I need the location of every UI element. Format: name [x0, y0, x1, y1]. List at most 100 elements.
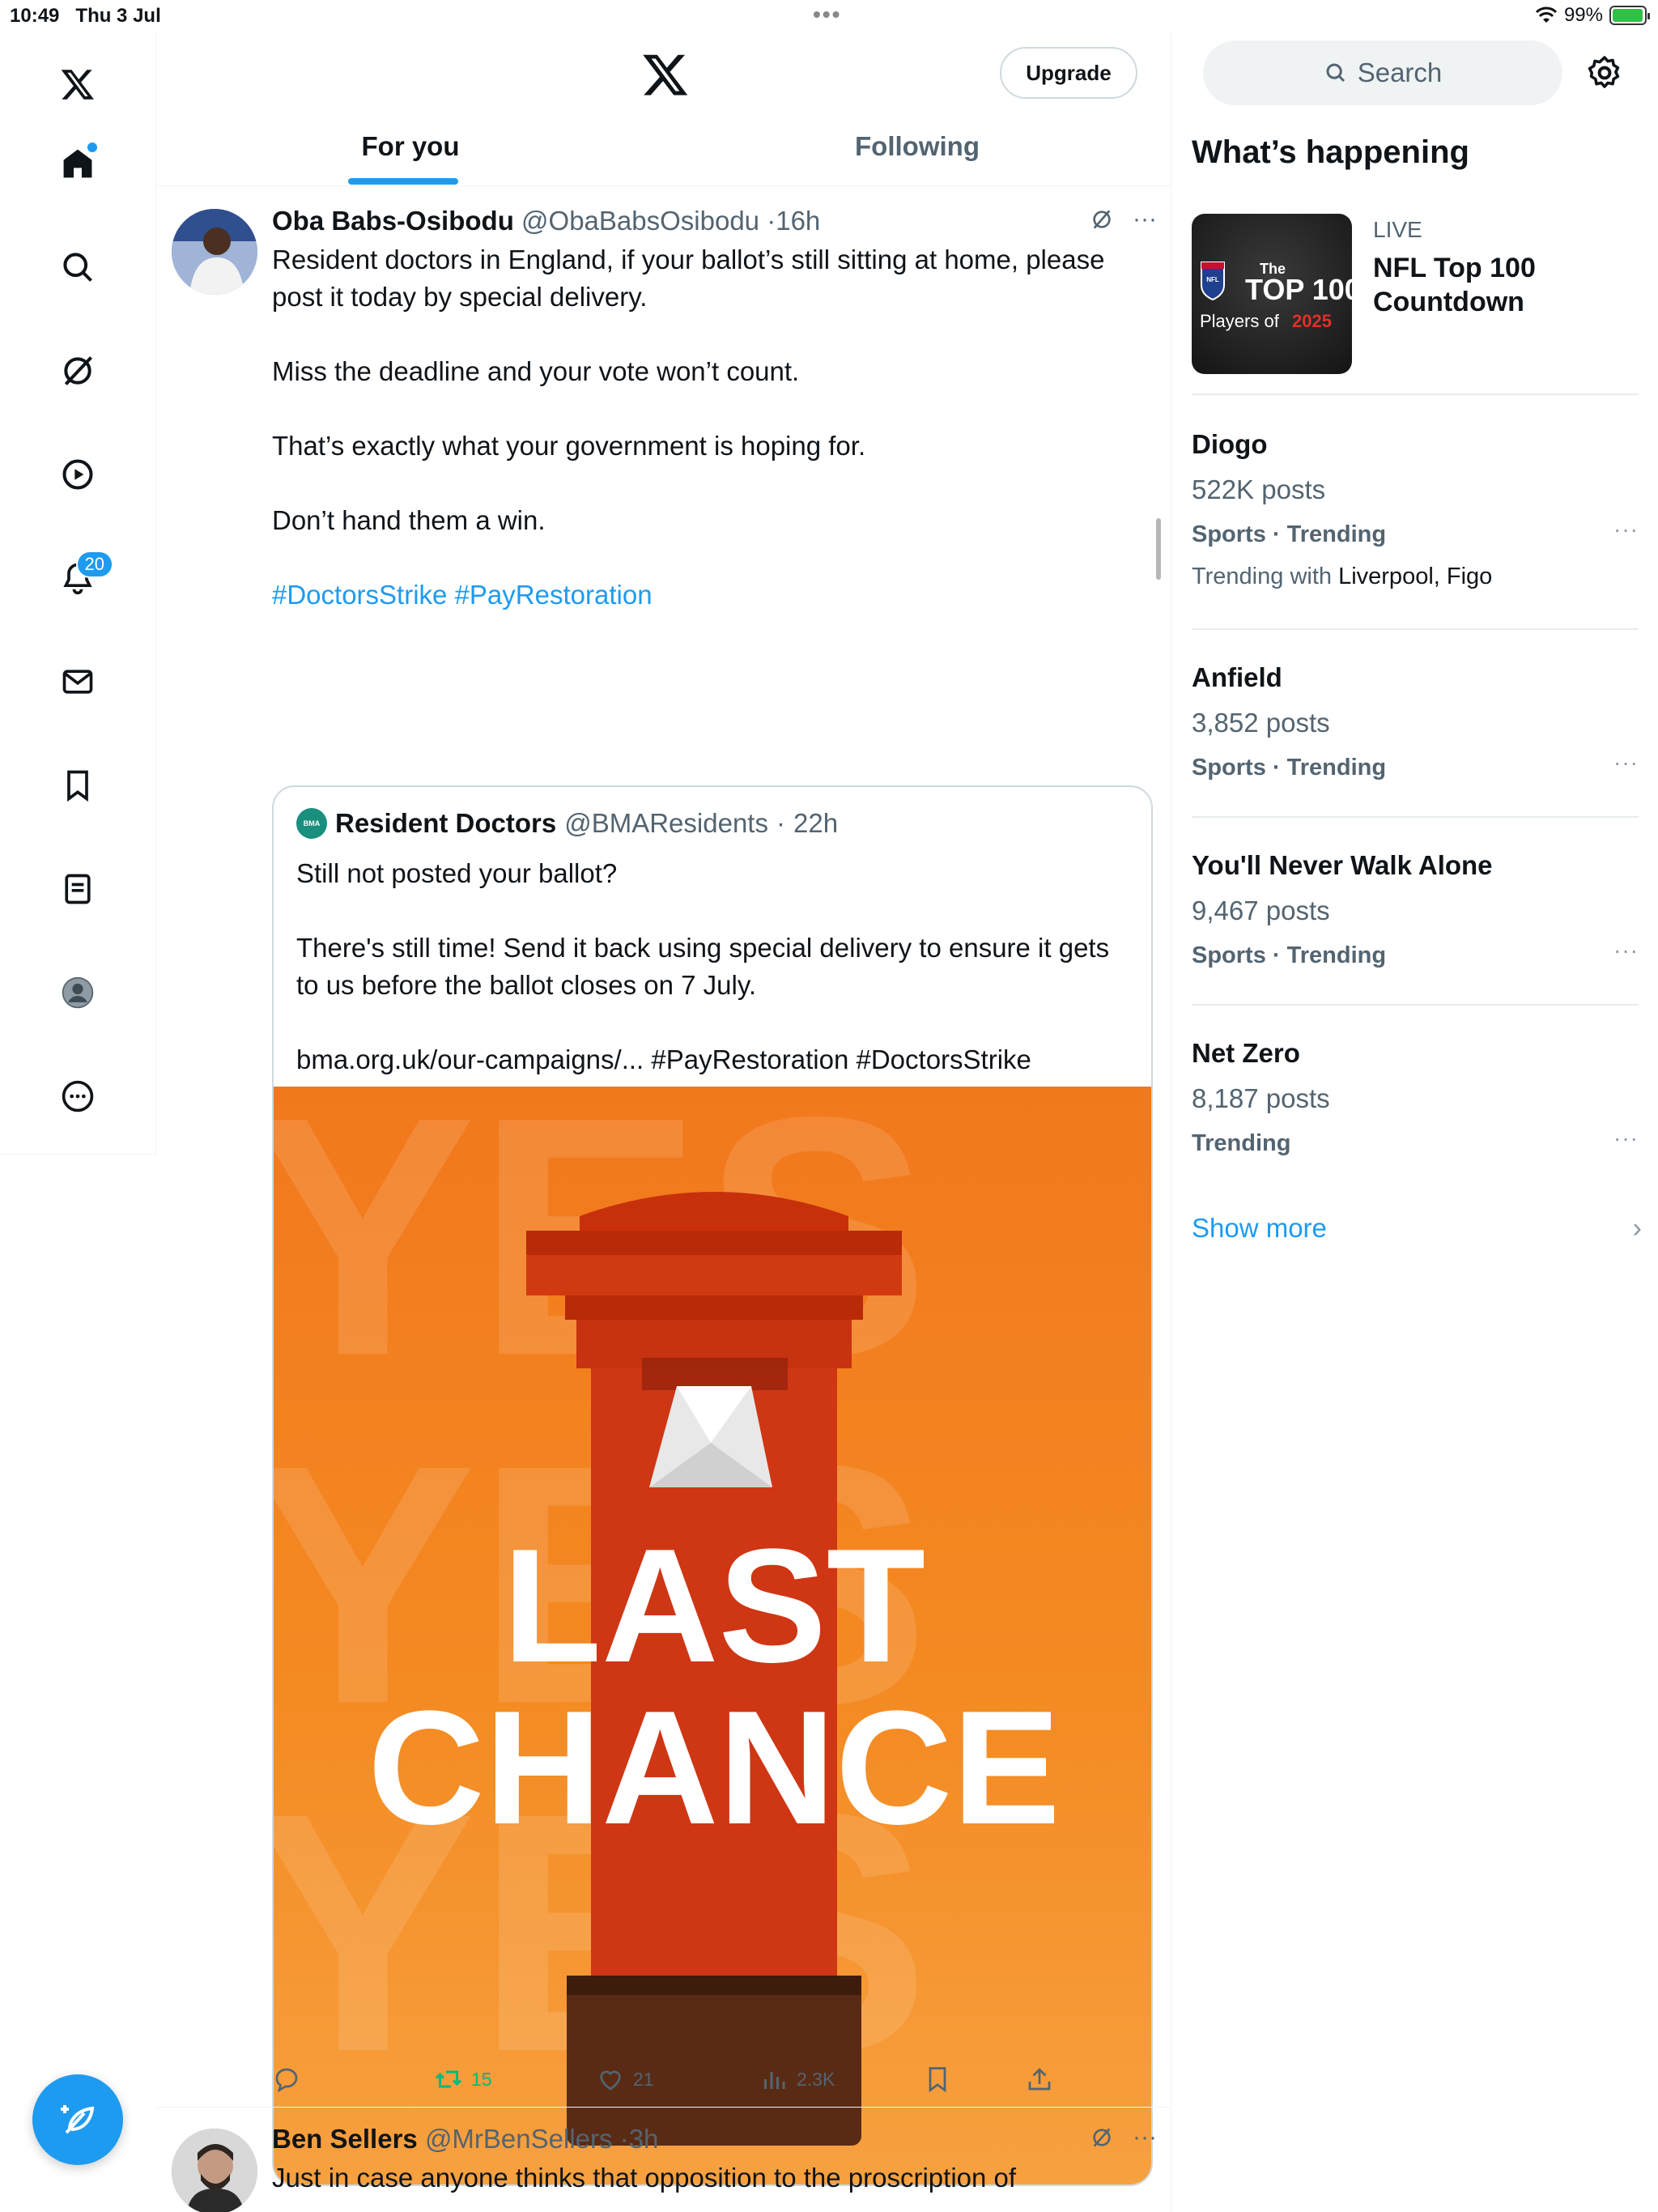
share-button[interactable] [1025, 2065, 1054, 2094]
notification-badge: 20 [75, 551, 113, 578]
grok-icon[interactable] [49, 342, 107, 400]
x-header-logo-icon[interactable] [641, 50, 690, 99]
trend-more-icon[interactable]: ··· [1613, 517, 1639, 542]
trend-with-names[interactable]: Liverpool, Figo [1338, 564, 1492, 589]
profile-avatar-icon[interactable] [49, 963, 107, 1022]
status-right: 99% [1535, 4, 1650, 27]
tweet-actions: 15 21 2.3K [272, 2065, 1138, 2102]
post-time[interactable]: 3h [629, 2124, 659, 2154]
trend-more-icon[interactable]: ··· [1613, 1125, 1639, 1151]
upgrade-button[interactable]: Upgrade [1000, 47, 1137, 99]
timeline-header: Upgrade For you Following [157, 32, 1171, 186]
tweet-paragraph: Just in case anyone thinks that oppositi… [272, 2163, 1017, 2193]
more-menu-icon[interactable]: ··· [1133, 2124, 1157, 2151]
chevron-right-icon[interactable]: › [1633, 1213, 1642, 1244]
tweet-paragraph: Don’t hand them a win. [272, 505, 546, 535]
compose-post-button[interactable] [32, 2074, 123, 2165]
quote-header: BMA Resident Doctors @BMAResidents · 22h [296, 808, 838, 839]
feather-plus-icon [61, 2105, 95, 2134]
tweet-hashtags[interactable]: #DoctorsStrike #PayRestoration [272, 576, 1138, 614]
bookmark-button[interactable] [923, 2065, 952, 2094]
like-count: 21 [633, 2068, 654, 2090]
author-name[interactable]: Oba Babs-Osibodu [272, 206, 514, 236]
settings-gear-icon[interactable] [1585, 53, 1624, 92]
trend-category: Sports · Trending [1192, 521, 1387, 547]
status-time: 10:49 Thu 3 Jul [10, 5, 161, 28]
tweet-body: Resident doctors in England, if your bal… [272, 241, 1138, 614]
live-label: LIVE [1373, 217, 1422, 242]
tweet-paragraph: That’s exactly what your government is h… [272, 431, 866, 461]
bookmark-icon [929, 2067, 946, 2093]
grok-tweet-icon[interactable] [1089, 206, 1115, 232]
notifications-icon[interactable]: 20 [49, 549, 113, 607]
quote-author-handle[interactable]: @BMAResidents [564, 808, 768, 839]
x-logo-icon[interactable] [49, 55, 107, 113]
quoted-tweet[interactable]: BMA Resident Doctors @BMAResidents · 22h S… [272, 785, 1153, 2186]
lists-icon[interactable] [49, 860, 107, 918]
author-handle[interactable]: @ObaBabsOsibodu [521, 206, 759, 236]
avatar[interactable] [172, 2129, 257, 2212]
trend-name: Net Zero [1192, 1038, 1300, 1068]
quote-post-time[interactable]: 22h [793, 808, 838, 839]
more-options-icon[interactable] [49, 1067, 107, 1125]
tweet-header-icons: ··· [1089, 206, 1157, 233]
separator-dot: · [619, 2124, 629, 2154]
home-icon[interactable] [49, 134, 107, 193]
bookmarks-icon[interactable] [49, 756, 107, 815]
trend-item[interactable]: Net Zero 8,187 posts Trending ··· [1192, 1004, 1639, 1192]
scrollbar[interactable] [1156, 518, 1161, 580]
image-text-chance: CHANCE [368, 1678, 1061, 1858]
tweet-card[interactable]: Oba Babs-Osibodu @ObaBabsOsibodu ·16h ··… [157, 186, 1171, 2186]
retweet-button[interactable]: 15 [434, 2065, 492, 2094]
tab-for-you[interactable]: For you [157, 113, 664, 186]
main-timeline: Upgrade For you Following Oba Babs-Osibo… [157, 32, 1171, 2212]
quote-paragraph[interactable]: bma.org.uk/our-campaigns/... #PayRestora… [296, 1041, 1130, 1078]
search-nav-icon[interactable] [49, 238, 107, 296]
quote-paragraph: There's still time! Send it back using s… [296, 933, 1110, 1000]
multitasking-dots-icon[interactable]: ••• [813, 2, 841, 28]
quote-body: Still not posted your ballot? There's st… [296, 855, 1130, 1078]
author-handle[interactable]: @MrBenSellers [425, 2124, 613, 2154]
post-time[interactable]: 16h [776, 206, 820, 236]
quote-paragraph: Still not posted your ballot? [296, 858, 618, 888]
quote-author-name[interactable]: Resident Doctors [335, 808, 556, 839]
trend-item[interactable]: You'll Never Walk Alone 9,467 posts Spor… [1192, 816, 1639, 1004]
messages-icon[interactable] [49, 653, 107, 711]
views-button[interactable]: 2.3K [759, 2065, 835, 2094]
tweet-header: Ben Sellers @MrBenSellers ·3h [272, 2124, 658, 2155]
trend-item[interactable]: Anfield 3,852 posts Sports · Trending ··… [1192, 628, 1639, 816]
trend-with-label: Trending with [1192, 564, 1333, 589]
tweet-header-icons: ··· [1089, 2124, 1157, 2151]
separator-dot: · [767, 206, 776, 236]
tab-following[interactable]: Following [664, 113, 1171, 186]
status-bar: 10:49 Thu 3 Jul ••• 99% [0, 0, 1658, 32]
separator-dot: · [776, 808, 785, 838]
more-menu-icon[interactable]: ··· [1133, 206, 1157, 233]
share-icon [1028, 2068, 1051, 2091]
trend-more-icon[interactable]: ··· [1613, 750, 1639, 776]
trend-count: 9,467 posts [1192, 895, 1330, 925]
thumb-players: Players of [1200, 311, 1280, 331]
trend-name: Diogo [1192, 429, 1268, 459]
tweet-card[interactable]: Ben Sellers @MrBenSellers ·3h ··· Just i… [157, 2108, 1171, 2212]
grok-tweet-icon[interactable] [1089, 2125, 1115, 2150]
clock-date: Thu 3 Jul [75, 5, 161, 27]
show-more-link[interactable]: Show more [1192, 1213, 1327, 1244]
search-input[interactable]: Search [1203, 40, 1562, 105]
trend-count: 8,187 posts [1192, 1083, 1330, 1113]
reply-icon [275, 2068, 298, 2093]
video-icon[interactable] [49, 445, 107, 504]
tweet-header: Oba Babs-Osibodu @ObaBabsOsibodu ·16h [272, 206, 820, 236]
trend-item[interactable]: Diogo 522K posts Sports · Trending ··· T… [1192, 393, 1639, 628]
author-name[interactable]: Ben Sellers [272, 2124, 418, 2154]
quote-image[interactable]: YES YES YES [274, 1087, 1151, 2184]
active-tab-indicator [348, 178, 458, 185]
reply-button[interactable] [272, 2065, 301, 2094]
battery-percent: 99% [1563, 4, 1603, 26]
bma-logo-icon: BMA [296, 808, 327, 839]
trend-more-icon[interactable]: ··· [1613, 938, 1639, 963]
live-event-card[interactable]: NFL The TOP 100 Players of 2025 LIVE NFL… [1192, 214, 1645, 376]
live-title: NFL Top 100 Countdown [1373, 253, 1536, 317]
avatar[interactable] [172, 209, 257, 295]
like-button[interactable]: 21 [596, 2065, 654, 2094]
